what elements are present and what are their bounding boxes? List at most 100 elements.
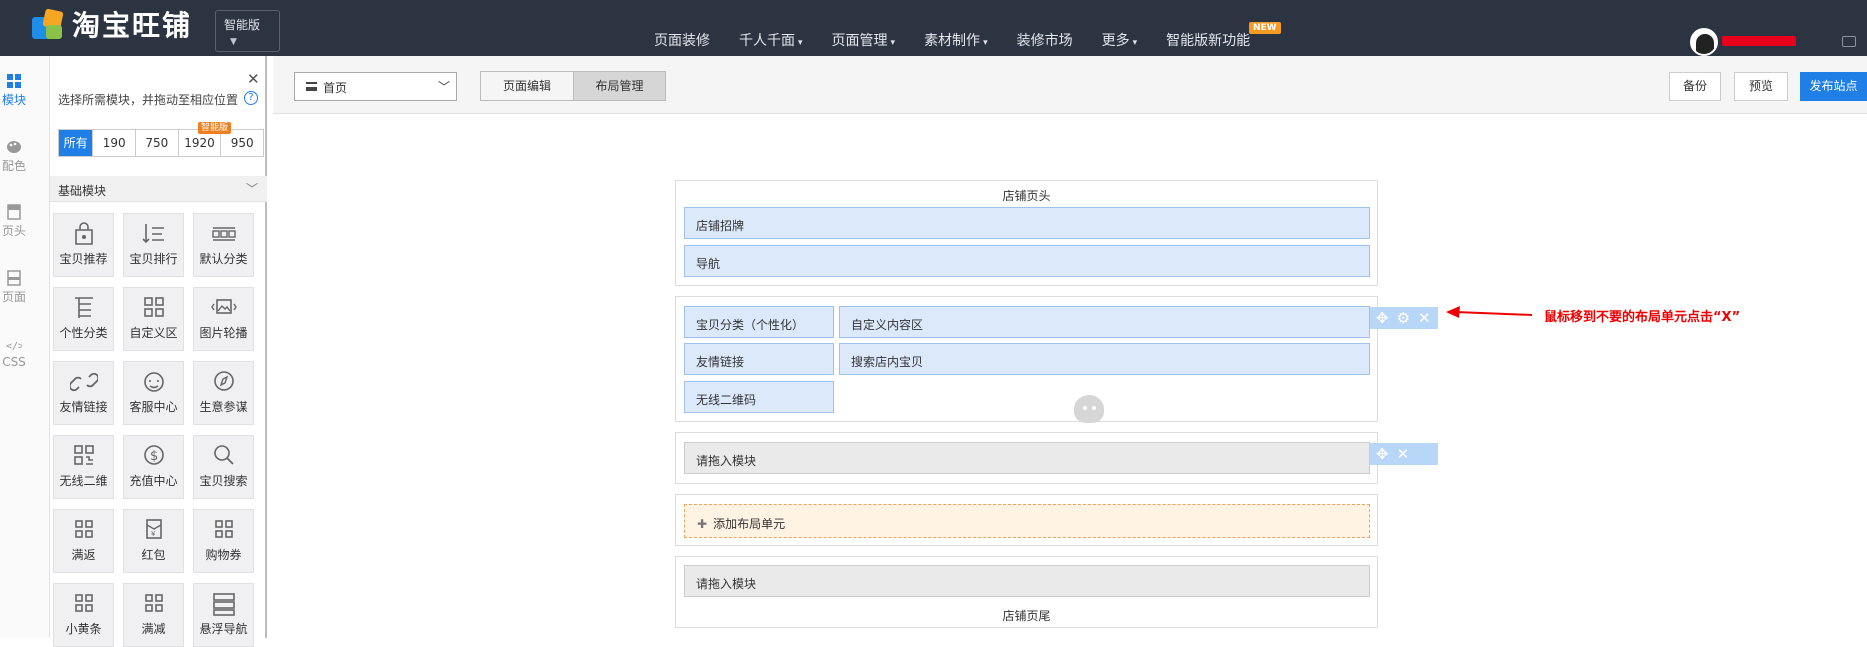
category-header[interactable]: 基础模块 ﹀ (50, 176, 267, 202)
module-tile[interactable]: 自定义区 (123, 287, 184, 351)
grid-icon (144, 594, 163, 612)
panel-tip: 选择所需模块，并拖动至相应位置 (58, 93, 239, 107)
tab-layout-manage[interactable]: 布局管理 (573, 72, 665, 100)
palette-icon (6, 139, 22, 155)
code-icon: </> (6, 337, 24, 353)
module-tile-label: 默认分类 (199, 252, 248, 266)
filter-option[interactable]: 750 (136, 130, 179, 156)
module-tile[interactable]: 悬浮导航 (193, 583, 254, 647)
tab-page-edit[interactable]: 页面编辑 (481, 72, 573, 100)
publish-button[interactable]: 发布站点 (1800, 72, 1867, 101)
module-tile[interactable]: 无线二维 (53, 435, 114, 499)
category-title: 基础模块 (58, 184, 107, 198)
module-tile[interactable]: 满返 (53, 509, 114, 573)
width-filter: 所有 190 750 1920 950 (58, 129, 264, 157)
move-icon[interactable]: ✥ (1376, 443, 1389, 465)
grid-icon (6, 73, 22, 89)
shop-signboard-module[interactable]: 店铺招牌 (684, 207, 1370, 239)
rail-item-label: 配色 (1, 159, 26, 173)
module-tile[interactable]: $ 充值中心 (123, 435, 184, 499)
plus-icon: ✚ (697, 517, 708, 531)
close-icon[interactable]: ✕ (247, 70, 260, 88)
nav-item-label: 页面装修 (654, 33, 710, 49)
module-tile[interactable]: 客服中心 (123, 361, 184, 425)
close-icon[interactable]: ✕ (1397, 443, 1410, 465)
rail-item-1[interactable]: 配色 (0, 139, 28, 174)
dollar-icon: $ (143, 445, 164, 465)
tree-icon (74, 297, 93, 318)
message-icon[interactable] (1842, 36, 1856, 47)
close-icon[interactable]: ✕ (1418, 307, 1431, 329)
rail-item-0[interactable]: 模块 (0, 73, 28, 108)
nav-item[interactable]: 更多 ▾ (1102, 30, 1138, 50)
module-tile[interactable]: ¥ 红包 (123, 509, 184, 573)
rail-item-3[interactable]: 页面 (0, 270, 28, 305)
annotation-arrow-icon (1446, 306, 1533, 318)
module-tile-label: 图片轮播 (199, 326, 248, 340)
module-tile[interactable]: 生意参谋 (193, 361, 254, 425)
nav-item[interactable]: 页面管理 ▾ (832, 30, 896, 50)
shop-category-module[interactable]: 宝贝分类（个性化） (684, 306, 834, 338)
nav-item[interactable]: 装修市场 (1017, 30, 1073, 50)
category-icon (211, 227, 236, 241)
filter-option[interactable]: 190 (93, 130, 136, 156)
preview-button[interactable]: 预览 (1734, 72, 1788, 101)
backup-button[interactable]: 备份 (1669, 72, 1721, 101)
module-tile[interactable]: 默认分类 (193, 213, 254, 277)
nav-item[interactable]: 千人千面 ▾ (739, 30, 803, 50)
help-icon[interactable]: ? (244, 91, 258, 105)
rail-item-label: 模块 (1, 93, 26, 107)
mode-tabs: 页面编辑 布局管理 (480, 71, 666, 101)
rail-item-4[interactable]: </> CSS (0, 337, 28, 369)
username-redacted[interactable] (1722, 36, 1796, 46)
move-icon[interactable]: ✥ (1376, 307, 1389, 329)
drop-placeholder[interactable]: 请拖入模块 (684, 442, 1370, 474)
avatar[interactable] (1690, 28, 1718, 56)
module-tile[interactable]: 图片轮播 (193, 287, 254, 351)
menu-icon (306, 82, 317, 91)
shop-search-module[interactable]: 搜索店内宝贝 (839, 343, 1370, 375)
module-tile[interactable]: 宝贝搜索 (193, 435, 254, 499)
nav-item[interactable]: 页面装修 (654, 30, 710, 50)
module-tile[interactable]: 宝贝推荐 (53, 213, 114, 277)
page-select[interactable]: 首页 ﹀ (294, 72, 457, 101)
module-tile[interactable]: 小黄条 (53, 583, 114, 647)
navigation-module[interactable]: 导航 (684, 245, 1370, 277)
edition-selector[interactable]: 智能版 ▼ (215, 10, 280, 52)
module-tile-label: 自定义区 (129, 326, 178, 340)
top-nav: 页面装修 千人千面 ▾ 页面管理 ▾ 素材制作 ▾ 装修市场 更多 ▾ 智能版新功能 (654, 30, 1279, 50)
svg-text:¥: ¥ (151, 530, 156, 538)
gear-icon[interactable]: ⚙ (1397, 307, 1410, 329)
chevron-down-icon: ▾ (1132, 38, 1138, 48)
mobile-qrcode-module[interactable]: 无线二维码 (684, 381, 834, 413)
edition-label: 智能版 (224, 18, 261, 32)
nav-item[interactable]: 智能版新功能 (1166, 30, 1250, 50)
compass-icon (213, 371, 234, 391)
rail-item-2[interactable]: 页头 (0, 204, 28, 239)
unit-control-bar: ✥ ✕ (1370, 443, 1438, 465)
qrcode-icon (73, 445, 94, 465)
module-tile[interactable]: 宝贝排行 (123, 213, 184, 277)
unit-control-bar: ✥ ⚙ ✕ (1370, 307, 1438, 329)
friend-link-module[interactable]: 友情链接 (684, 343, 834, 375)
filter-option[interactable]: 所有 (59, 130, 94, 156)
module-tile[interactable]: 购物券 (193, 509, 254, 573)
footer-drop-placeholder[interactable]: 请拖入模块 (684, 565, 1370, 597)
brand-name: 淘宝旺铺 (72, 9, 193, 42)
nav-item-label: 素材制作 (924, 33, 981, 49)
rail-item-label: 页头 (1, 224, 26, 238)
link-icon (69, 372, 98, 392)
module-tile[interactable]: 满减 (123, 583, 184, 647)
module-tile[interactable]: 友情链接 (53, 361, 114, 425)
rail-item-label: CSS (2, 355, 26, 369)
module-tile-label: 充值中心 (129, 474, 178, 488)
custom-content-module[interactable]: 自定义内容区 (839, 306, 1370, 338)
module-tile[interactable]: 个性分类 (53, 287, 114, 351)
logo[interactable]: 淘宝旺铺 (30, 4, 192, 44)
page-icon (6, 270, 22, 286)
grid-icon (74, 520, 93, 538)
module-tile-label: 购物券 (205, 548, 242, 562)
nav-item[interactable]: 素材制作 ▾ (924, 30, 988, 50)
add-layout-unit-button[interactable]: ✚ 添加布局单元 (684, 504, 1370, 538)
custom-grid-icon (143, 297, 164, 317)
